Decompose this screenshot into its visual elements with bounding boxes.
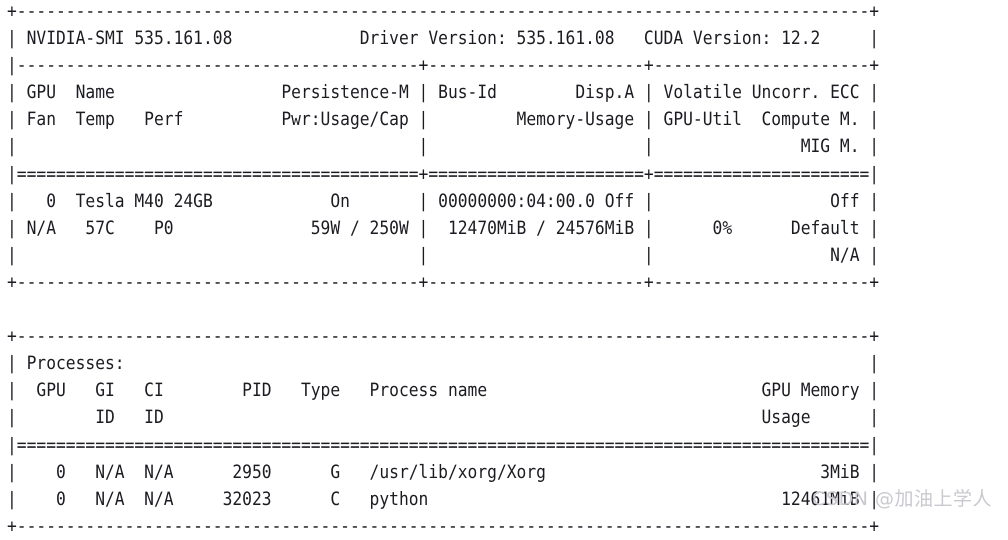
terminal-output-pane: +---------------------------------------… (0, 0, 1008, 537)
nvidia-smi-output-text: +---------------------------------------… (7, 1, 880, 537)
